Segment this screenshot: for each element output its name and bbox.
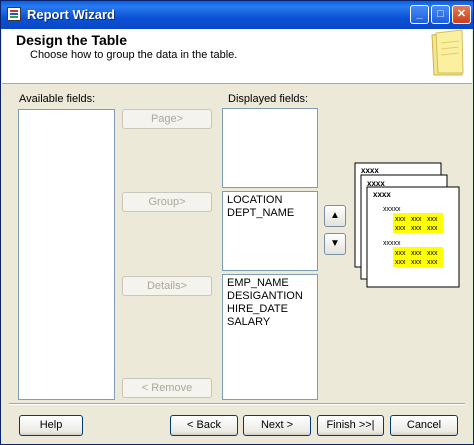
list-item[interactable]: DEPT_NAME: [227, 207, 313, 220]
wizard-header: Design the Table Choose how to group the…: [2, 29, 472, 84]
list-item[interactable]: HIRE_DATE: [227, 303, 313, 316]
arrow-up-icon: ▲: [330, 210, 340, 221]
page-button[interactable]: Page>: [122, 109, 212, 129]
back-button[interactable]: < Back: [170, 415, 238, 436]
close-button[interactable]: ✕: [452, 5, 471, 24]
preview-cell: xxx: [395, 250, 406, 257]
finish-button[interactable]: Finish >>|: [317, 415, 384, 436]
preview-row-label: xxxxx: [383, 240, 401, 247]
list-item[interactable]: SALARY: [227, 316, 313, 329]
next-button[interactable]: Next >: [243, 415, 311, 436]
details-button[interactable]: Details>: [122, 276, 212, 296]
preview-cell: xxx: [427, 225, 438, 232]
preview-cell: xxx: [411, 225, 422, 232]
page-title: Design the Table: [16, 32, 127, 48]
preview-page-header: xxxx: [361, 166, 379, 175]
move-up-button[interactable]: ▲: [324, 205, 346, 227]
preview-cell: xxx: [411, 250, 422, 257]
list-item[interactable]: DESIGANTION: [227, 290, 313, 303]
arrow-down-icon: ▼: [330, 238, 340, 249]
available-fields-label: Available fields:: [19, 93, 96, 105]
list-item[interactable]: EMP_NAME: [227, 277, 313, 290]
group-button[interactable]: Group>: [122, 192, 212, 212]
displayed-fields-label: Displayed fields:: [228, 93, 309, 105]
page-subtitle: Choose how to group the data in the tabl…: [30, 49, 238, 61]
title-bar[interactable]: Report Wizard _ □ ✕: [1, 1, 473, 29]
table-layout-preview: xxxx xxxx xxxx xxxxx xxx xxx xxx xxx xxx…: [354, 162, 460, 288]
preview-row-label: xxxxx: [383, 206, 401, 213]
footer-divider: [9, 403, 465, 405]
preview-cell: xxx: [427, 250, 438, 257]
move-down-button[interactable]: ▼: [324, 233, 346, 255]
minimize-button[interactable]: _: [410, 5, 429, 24]
preview-cell: xxx: [395, 216, 406, 223]
preview-cell: xxx: [411, 216, 422, 223]
page-fields-list[interactable]: [222, 108, 318, 188]
list-item[interactable]: LOCATION: [227, 194, 313, 207]
wizard-notepad-icon: [431, 29, 464, 76]
preview-cell: xxx: [427, 216, 438, 223]
preview-cell: xxx: [395, 225, 406, 232]
remove-button[interactable]: < Remove: [122, 378, 212, 398]
preview-cell: xxx: [395, 259, 406, 266]
preview-cell: xxx: [427, 259, 438, 266]
detail-fields-list[interactable]: EMP_NAME DESIGANTION HIRE_DATE SALARY: [222, 274, 318, 400]
report-wizard-icon: [7, 7, 21, 21]
preview-cell: xxx: [411, 259, 422, 266]
available-fields-list[interactable]: [18, 109, 115, 400]
help-button[interactable]: Help: [19, 415, 83, 436]
cancel-button[interactable]: Cancel: [390, 415, 458, 436]
maximize-button[interactable]: □: [431, 5, 450, 24]
preview-table-header: xxxx: [373, 190, 391, 199]
window-title: Report Wizard: [27, 7, 115, 22]
group-fields-list[interactable]: LOCATION DEPT_NAME: [222, 191, 318, 271]
report-wizard-window: Report Wizard _ □ ✕ Design the Table Cho…: [0, 0, 474, 445]
